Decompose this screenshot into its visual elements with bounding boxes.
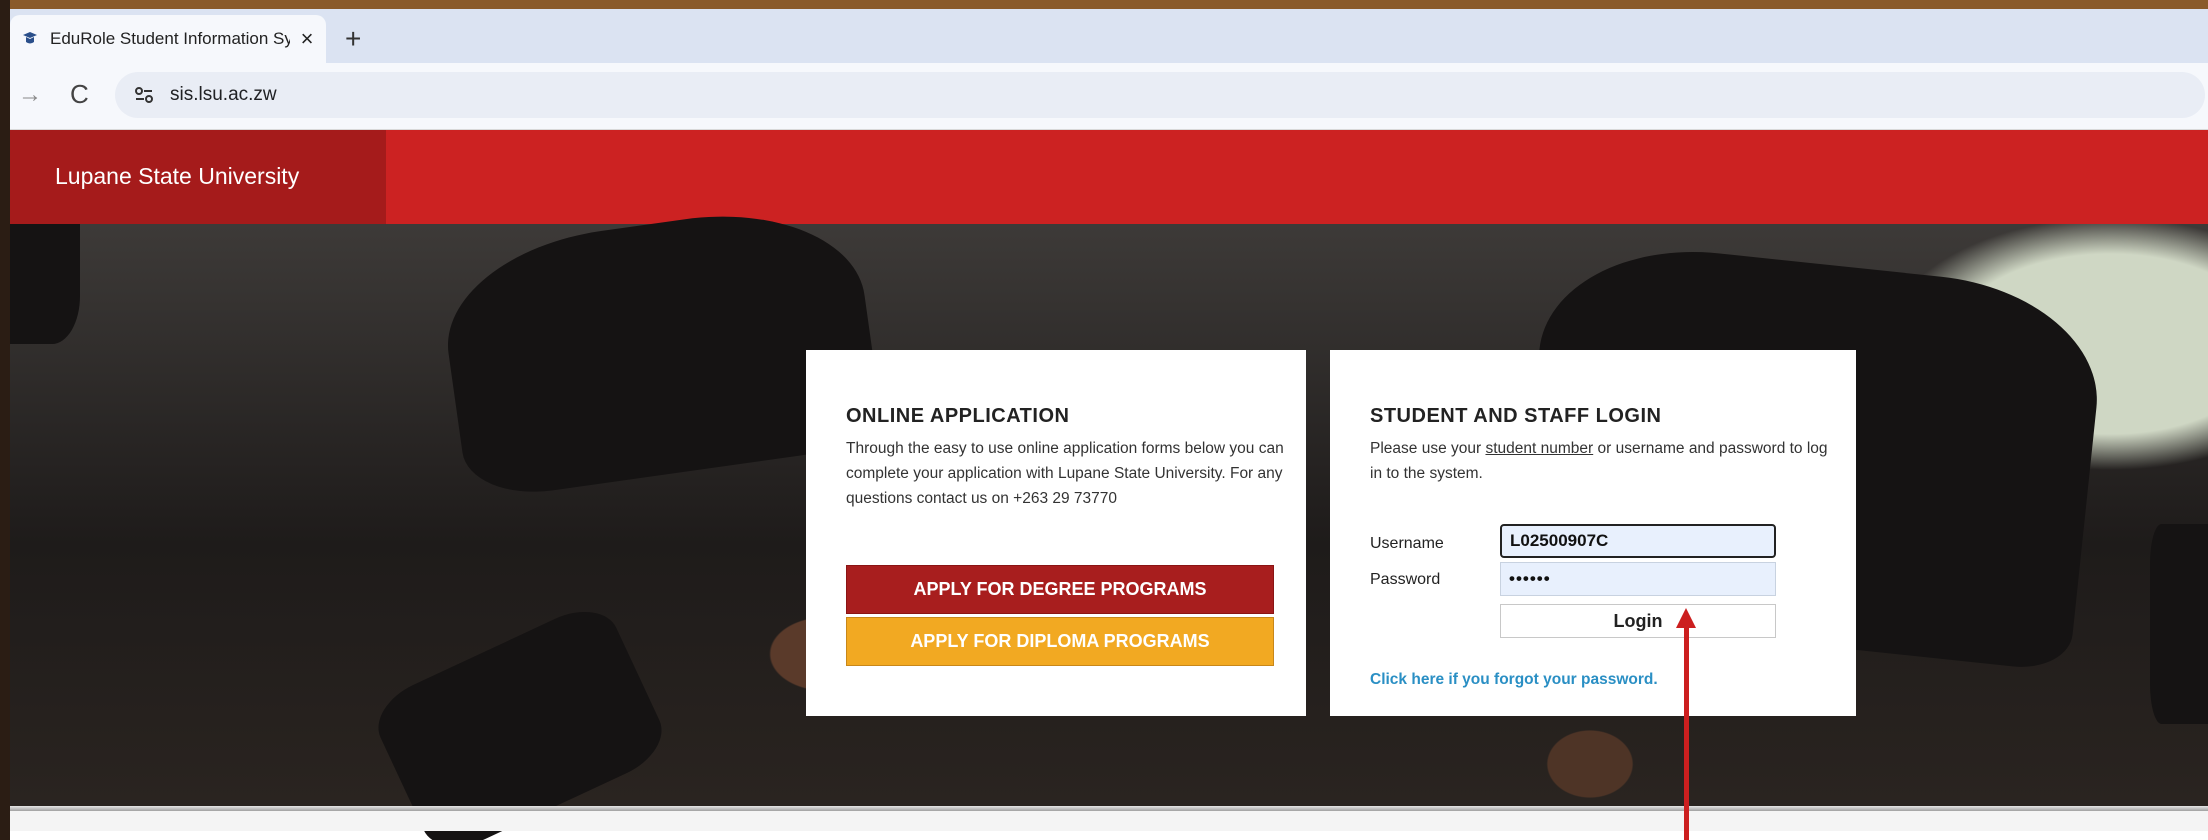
online-application-title: ONLINE APPLICATION [846, 405, 1070, 427]
page-footer-strip [10, 811, 2208, 831]
brand-block[interactable]: Lupane State University [10, 130, 386, 224]
password-input[interactable]: •••••• [1500, 562, 1776, 596]
online-application-description: Through the easy to use online applicati… [846, 440, 1284, 507]
username-label: Username [1370, 535, 1444, 552]
username-input[interactable]: L02500907C [1500, 524, 1776, 558]
omnibox[interactable]: sis.lsu.ac.zw [115, 72, 2205, 118]
site-brand[interactable]: Lupane State University [55, 163, 299, 190]
outer-frame-left [0, 0, 10, 840]
tab-title: EduRole Student Information Sy [50, 29, 290, 48]
student-number-link[interactable]: student number [1485, 440, 1593, 457]
browser-tabstrip: EduRole Student Information Sy × + [10, 9, 2208, 63]
new-tab-button[interactable]: + [345, 23, 361, 55]
browser-tab[interactable]: EduRole Student Information Sy × [10, 15, 326, 63]
outer-frame-top [0, 0, 2208, 9]
site-info-icon[interactable] [133, 84, 155, 106]
password-label: Password [1370, 571, 1441, 588]
online-application-card: ONLINE APPLICATION Through the easy to u… [806, 350, 1306, 716]
reload-icon[interactable]: C [70, 79, 89, 110]
annotation-arrow-head [1676, 608, 1696, 628]
login-card: STUDENT AND STAFF LOGIN Please use your … [1330, 350, 1856, 716]
apply-degree-button[interactable]: APPLY FOR DEGREE PROGRAMS [846, 565, 1274, 614]
forgot-password-link[interactable]: Click here if you forgot your password. [1370, 671, 1658, 689]
hero-photo: ONLINE APPLICATION Through the easy to u… [10, 195, 2208, 840]
address-bar-row: → C sis.lsu.ac.zw [10, 63, 2208, 130]
forward-arrow-icon[interactable]: → [18, 81, 42, 109]
close-icon[interactable]: × [296, 26, 318, 52]
login-button[interactable]: Login [1500, 604, 1776, 638]
mortarboard-cap-shape [2150, 524, 2208, 724]
login-title: STUDENT AND STAFF LOGIN [1370, 405, 1662, 427]
mortarboard-cap-shape [10, 224, 80, 344]
annotation-arrow [1684, 626, 1689, 840]
mortarboard-cap-shape [366, 597, 674, 840]
graduation-cap-icon [20, 29, 40, 49]
apply-diploma-button[interactable]: APPLY FOR DIPLOMA PROGRAMS [846, 617, 1274, 666]
login-desc-text: Please use your [1370, 440, 1486, 457]
site-header: Lupane State University [10, 130, 2208, 224]
url-text[interactable]: sis.lsu.ac.zw [170, 84, 277, 106]
web-page: Lupane State University ONLINE APPLICATI… [10, 130, 2208, 840]
login-description: Please use your student number or userna… [1370, 436, 1840, 486]
